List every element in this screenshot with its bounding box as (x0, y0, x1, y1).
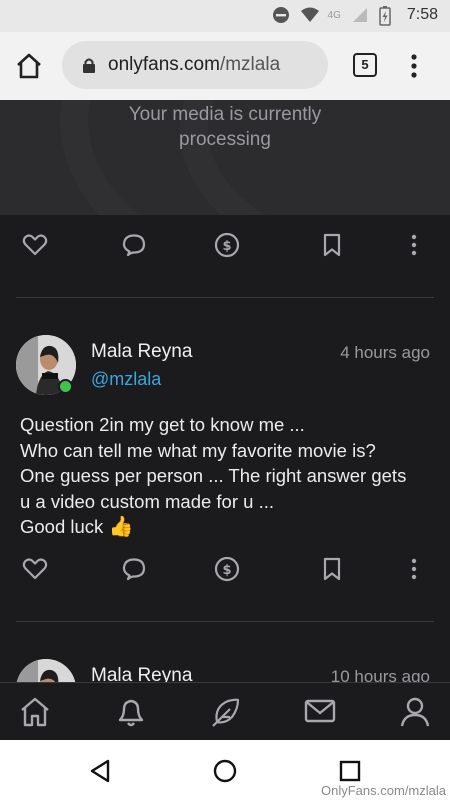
like-heart-icon[interactable] (21, 555, 49, 583)
post-actions: $ (0, 555, 450, 595)
feed[interactable]: Your media is currently processing $ Mal… (0, 100, 450, 682)
post-body: Question 2in my get to know me ... Who c… (20, 412, 440, 541)
wifi-icon (300, 6, 319, 24)
post-timestamp[interactable]: 10 hours ago (331, 667, 430, 682)
like-heart-icon[interactable] (21, 231, 49, 259)
post-text-line: u a video custom made for u ... (20, 490, 274, 512)
back-icon[interactable] (88, 758, 114, 784)
tip-dollar-icon[interactable]: $ (213, 231, 241, 259)
post-text-line: One guess per person ... The right answe… (20, 465, 407, 486)
media-processing-card: Your media is currently processing (0, 100, 450, 215)
home-circle-icon[interactable] (212, 758, 238, 784)
overflow-menu-icon[interactable] (408, 52, 420, 80)
cell-signal-icon (351, 6, 369, 24)
bell-icon[interactable] (114, 695, 148, 729)
post-more-icon[interactable] (400, 231, 428, 259)
url-domain: onlyfans.com (108, 54, 220, 75)
tip-dollar-icon[interactable]: $ (213, 555, 241, 583)
post-timestamp[interactable]: 4 hours ago (340, 343, 430, 363)
url-text: onlyfans.com/mzlala (108, 54, 280, 76)
status-bar: 4G 7:58 (0, 0, 450, 32)
tab-switcher-button[interactable]: 5 (353, 53, 377, 77)
post-header: Mala Reyna 10 hours ago (0, 659, 450, 682)
bottom-tab-bar (0, 682, 450, 740)
online-status-indicator (58, 379, 73, 394)
home-icon[interactable] (18, 695, 52, 729)
post-text-line: Who can tell me what my favorite movie i… (20, 439, 376, 461)
svg-text:$: $ (222, 563, 231, 578)
media-processing-message: Your media is currently processing (0, 102, 450, 152)
bookmark-icon[interactable] (318, 231, 346, 259)
media-message-line2: processing (179, 129, 271, 150)
comment-bubble-icon[interactable] (120, 555, 148, 583)
bookmark-icon[interactable] (318, 555, 346, 583)
thumbs-up-emoji: 👍 (108, 516, 134, 538)
post-divider (16, 297, 434, 298)
home-icon[interactable] (14, 52, 44, 80)
url-path: /mzlala (219, 54, 281, 75)
status-time: 7:58 (406, 6, 438, 23)
post-text-line-last: Good luck 👍 (20, 514, 440, 541)
post-header: Mala Reyna @mzlala 4 hours ago (0, 335, 450, 405)
battery-charging-icon (379, 6, 397, 26)
browser-toolbar: onlyfans.com/mzlala 5 (0, 32, 450, 100)
post-author-name[interactable]: Mala Reyna (91, 665, 192, 682)
system-navigation-bar: OnlyFans.com/mzlala (0, 740, 450, 800)
lock-icon (82, 57, 96, 73)
address-bar[interactable]: onlyfans.com/mzlala (62, 41, 328, 89)
watermark-text: OnlyFans.com/mzlala (321, 783, 446, 798)
message-icon[interactable] (303, 695, 337, 729)
feather-icon[interactable] (208, 695, 242, 729)
post-more-icon[interactable] (400, 555, 428, 583)
comment-bubble-icon[interactable] (120, 231, 148, 259)
post-divider (16, 621, 434, 622)
post-author-name[interactable]: Mala Reyna (91, 341, 192, 363)
do-not-disturb-icon (272, 6, 290, 24)
avatar[interactable] (16, 659, 76, 682)
post-text-line: Good luck (20, 516, 104, 537)
post-author-handle[interactable]: @mzlala (91, 369, 161, 390)
post-actions: $ (0, 231, 450, 271)
post-text-line: Question 2in my get to know me ... (20, 414, 305, 435)
recents-square-icon[interactable] (337, 758, 363, 784)
profile-icon[interactable] (398, 695, 432, 729)
network-type-label: 4G (327, 9, 341, 21)
media-message-line1: Your media is currently (128, 104, 322, 125)
svg-text:$: $ (222, 239, 231, 254)
